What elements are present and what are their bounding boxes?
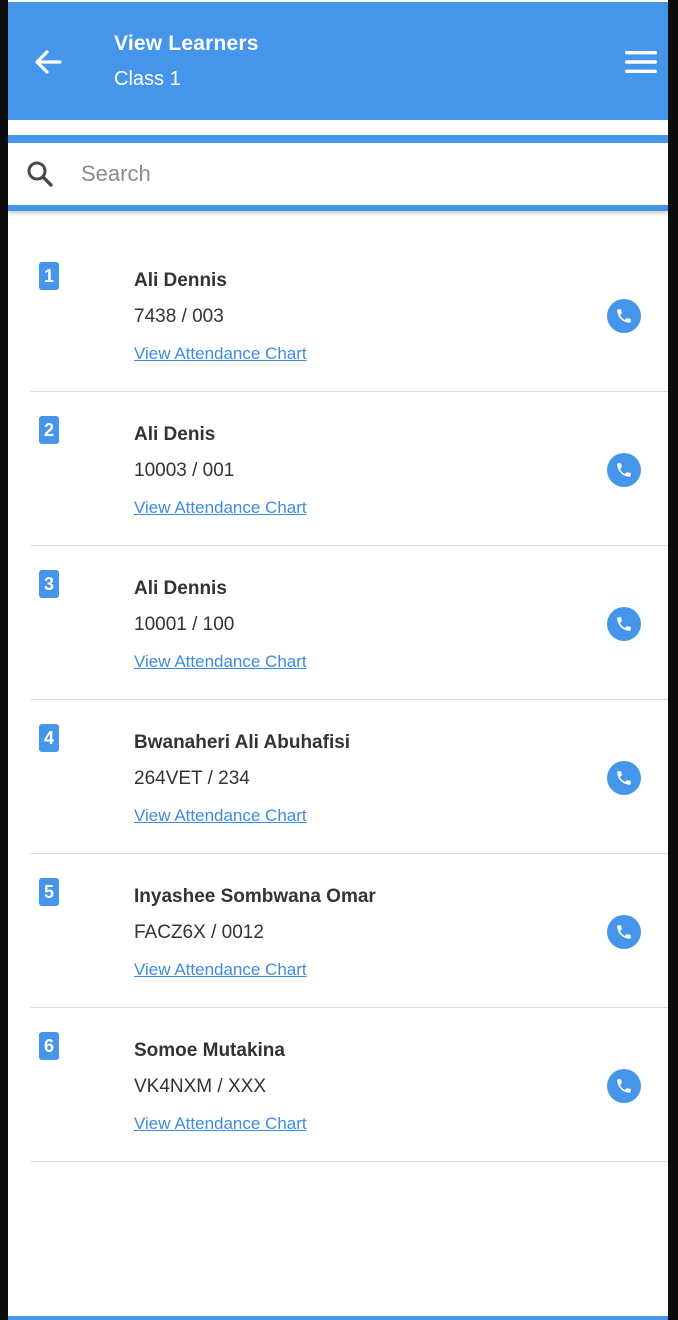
index-badge: 2: [39, 416, 59, 444]
learner-name: Ali Dennis: [134, 270, 227, 291]
call-button[interactable]: [607, 915, 641, 949]
index-badge: 4: [39, 724, 59, 752]
phone-icon: [617, 1079, 631, 1093]
learner-name: Ali Denis: [134, 424, 216, 445]
learner-item: 3 Ali Dennis 10001 / 100 View Attendance…: [30, 546, 668, 700]
arrow-left-icon: [35, 50, 62, 74]
search-bar: [8, 143, 668, 205]
index-badge: 1: [39, 262, 59, 290]
learner-list: 1 Ali Dennis 7438 / 003 View Attendance …: [8, 238, 668, 1162]
header-titles: View Learners Class 1: [114, 32, 259, 91]
app-screen: View Learners Class 1 1 Ali Dennis 7438 …: [8, 0, 668, 1320]
learner-item: 1 Ali Dennis 7438 / 003 View Attendance …: [30, 238, 668, 392]
learner-item: 4 Bwanaheri Ali Abuhafisi 264VET / 234 V…: [30, 700, 668, 854]
bottom-border: [8, 1316, 668, 1320]
learner-item: 2 Ali Denis 10003 / 001 View Attendance …: [30, 392, 668, 546]
view-attendance-chart-link[interactable]: View Attendance Chart: [134, 806, 307, 826]
phone-icon: [617, 309, 631, 323]
call-button[interactable]: [607, 1069, 641, 1103]
search-bar-bottom-border: [8, 205, 668, 211]
learner-item: 6 Somoe Mutakina VK4NXM / XXX View Atten…: [30, 1008, 668, 1162]
view-attendance-chart-link[interactable]: View Attendance Chart: [134, 344, 307, 364]
page-subtitle: Class 1: [114, 68, 181, 90]
call-button[interactable]: [607, 607, 641, 641]
phone-icon: [617, 925, 631, 939]
call-button[interactable]: [607, 453, 641, 487]
index-badge: 3: [39, 570, 59, 598]
learner-code: FACZ6X / 0012: [134, 922, 264, 943]
search-input[interactable]: [81, 154, 641, 194]
learner-name: Somoe Mutakina: [134, 1040, 285, 1061]
app-bar: View Learners Class 1: [8, 2, 668, 120]
learner-code: 7438 / 003: [134, 306, 224, 327]
index-badge: 5: [39, 878, 59, 906]
back-button[interactable]: [30, 42, 66, 82]
view-attendance-chart-link[interactable]: View Attendance Chart: [134, 960, 307, 980]
search-bar-top-border: [8, 135, 668, 143]
learner-name: Ali Dennis: [134, 578, 227, 599]
index-badge: 6: [39, 1032, 59, 1060]
phone-icon: [617, 617, 631, 631]
learner-code: 10001 / 100: [134, 614, 235, 635]
view-attendance-chart-link[interactable]: View Attendance Chart: [134, 652, 307, 672]
view-attendance-chart-link[interactable]: View Attendance Chart: [134, 1114, 307, 1134]
search-icon: [27, 161, 53, 187]
learner-code: 264VET / 234: [134, 768, 250, 789]
call-button[interactable]: [607, 299, 641, 333]
learner-item: 5 Inyashee Sombwana Omar FACZ6X / 0012 V…: [30, 854, 668, 1008]
learner-code: VK4NXM / XXX: [134, 1076, 266, 1097]
call-button[interactable]: [607, 761, 641, 795]
menu-button[interactable]: [622, 44, 660, 80]
learner-name: Inyashee Sombwana Omar: [134, 886, 376, 907]
hamburger-menu-icon: [625, 51, 657, 73]
phone-icon: [617, 771, 631, 785]
header-gap: [8, 120, 668, 135]
view-attendance-chart-link[interactable]: View Attendance Chart: [134, 498, 307, 518]
page-title: View Learners: [114, 32, 259, 55]
learner-code: 10003 / 001: [134, 460, 235, 481]
phone-icon: [617, 463, 631, 477]
learner-name: Bwanaheri Ali Abuhafisi: [134, 732, 351, 753]
